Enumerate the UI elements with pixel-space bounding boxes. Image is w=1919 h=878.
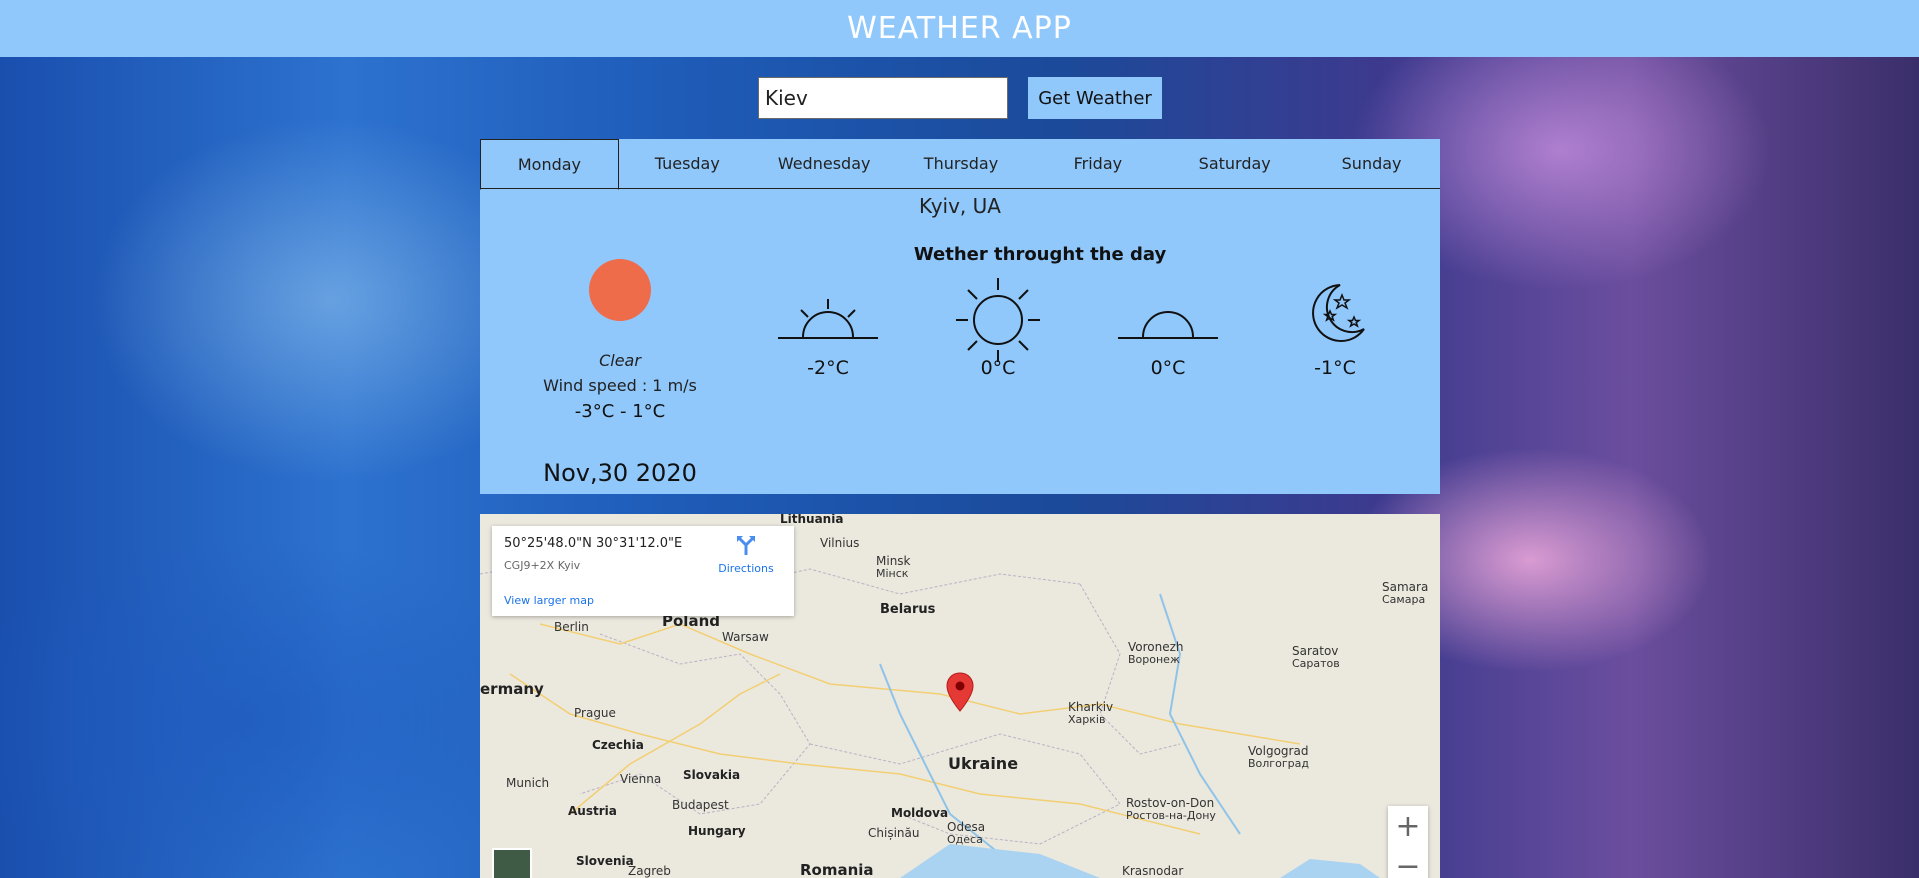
city-name: Kyiv, UA [919, 194, 1001, 218]
map-label-hungary: Hungary [688, 824, 746, 838]
daypart-temp: -2°C [807, 357, 849, 379]
directions-icon [737, 536, 755, 555]
daypart-day: 0°C [938, 278, 1058, 379]
sunrise-icon [778, 299, 878, 339]
wind-speed: Wind speed : 1 m/s [543, 376, 697, 395]
zoom-control: + − [1388, 806, 1428, 878]
map-label-warsaw: Warsaw [722, 630, 769, 644]
map-label-odesa: Odesa [947, 820, 986, 834]
embedded-map[interactable]: Lithuania Vilnius Minsk Мінск Belarus Sa… [480, 514, 1440, 878]
map-label-odesa-cyr: Одеса [947, 833, 983, 846]
map-coordinates: 50°25'48.0"N 30°31'12.0"E [504, 536, 683, 551]
map-label-kharkiv: Kharkiv [1068, 700, 1114, 714]
map-label-lithuania: Lithuania [780, 514, 844, 526]
app-title: WEATHER APP [847, 11, 1072, 46]
map-label-voronezh-cyr: Воронеж [1128, 653, 1180, 666]
map-label-samara-cyr: Самара [1382, 593, 1426, 606]
map-label-ukraine: Ukraine [948, 754, 1019, 773]
map-label-rostov-cyr: Ростов-на-Дону [1126, 809, 1216, 822]
map-label-volgograd: Volgograd [1248, 744, 1309, 758]
get-weather-button[interactable]: Get Weather [1028, 77, 1162, 119]
tab-friday[interactable]: Friday [1029, 139, 1166, 188]
map-label-budapest: Budapest [672, 798, 729, 812]
satellite-toggle[interactable] [492, 848, 532, 878]
map-label-prague: Prague [574, 706, 616, 720]
zoom-out-button[interactable]: − [1388, 846, 1428, 878]
map-label-moldova: Moldova [891, 806, 949, 820]
tab-thursday[interactable]: Thursday [893, 139, 1030, 188]
map-label-romania: Romania [800, 861, 874, 878]
map-label-germany: ermany [480, 680, 544, 698]
map-label-kharkiv-cyr: Харків [1068, 713, 1106, 726]
map-label-slovenia: Slovenia [576, 854, 634, 868]
sunset-icon [1118, 311, 1218, 339]
daypart-morning: -2°C [768, 297, 888, 379]
zoom-in-button[interactable]: + [1388, 806, 1428, 846]
temperature-range: -3°C - 1°C [574, 401, 666, 422]
daypart-temp: 0°C [980, 357, 1016, 379]
weather-condition: Clear [599, 351, 641, 370]
tab-saturday[interactable]: Saturday [1166, 139, 1303, 188]
weather-panel: Monday Tuesday Wednesday Thursday Friday… [480, 139, 1440, 494]
map-label-voronezh: Voronezh [1128, 640, 1184, 654]
tab-wednesday[interactable]: Wednesday [756, 139, 893, 188]
directions-button[interactable]: Directions [716, 534, 776, 575]
map-label-krasnodar: Krasnodar [1122, 864, 1184, 878]
tab-tuesday[interactable]: Tuesday [619, 139, 756, 188]
map-label-belarus: Belarus [880, 602, 936, 617]
map-label-volgograd-cyr: Волгоград [1248, 757, 1309, 770]
sun-icon [956, 278, 1040, 362]
map-label-minsk: Minsk [876, 554, 911, 568]
map-label-berlin: Berlin [554, 620, 589, 634]
forecast-date: Nov,30 2020 [543, 459, 697, 487]
map-label-slovakia: Slovakia [683, 768, 741, 782]
map-label-saratov: Saratov [1292, 644, 1339, 658]
city-search-input[interactable] [758, 77, 1008, 119]
map-label-minsk-cyr: Мінск [876, 567, 909, 580]
directions-label: Directions [718, 562, 774, 575]
tab-sunday[interactable]: Sunday [1303, 139, 1440, 188]
map-info-card: 50°25'48.0"N 30°31'12.0"E CGJ9+2X Kyiv V… [492, 526, 794, 616]
location-pin-icon[interactable] [946, 672, 974, 712]
clear-sun-icon [589, 259, 651, 321]
map-plus-code: CGJ9+2X Kyiv [504, 559, 581, 572]
view-larger-map-link[interactable]: View larger map [504, 594, 594, 607]
map-label-vienna: Vienna [620, 772, 662, 786]
today-summary: Clear Wind speed : 1 m/s -3°C - 1°C [520, 259, 720, 422]
map-label-austria: Austria [568, 804, 617, 818]
app-header: WEATHER APP [0, 0, 1919, 57]
daypart-night: -1°C [1275, 284, 1395, 379]
map-label-czechia: Czechia [592, 738, 644, 752]
tab-monday[interactable]: Monday [480, 139, 619, 190]
dayparts-title: Wether throught the day [913, 244, 1167, 265]
daypart-evening: 0°C [1108, 297, 1228, 379]
map-label-samara: Samara [1382, 580, 1429, 594]
moon-stars-icon [1312, 284, 1365, 342]
map-label-chisinau: Chișinău [868, 826, 920, 840]
daypart-temp: 0°C [1150, 357, 1186, 379]
map-label-vilnius: Vilnius [820, 536, 860, 550]
day-tabs: Monday Tuesday Wednesday Thursday Friday… [480, 139, 1440, 190]
map-label-zagreb: Zagreb [628, 864, 671, 878]
map-label-munich: Munich [506, 776, 550, 790]
map-label-rostov: Rostov-on-Don [1126, 796, 1215, 810]
map-label-saratov-cyr: Саратов [1292, 657, 1340, 670]
daypart-temp: -1°C [1314, 357, 1356, 379]
